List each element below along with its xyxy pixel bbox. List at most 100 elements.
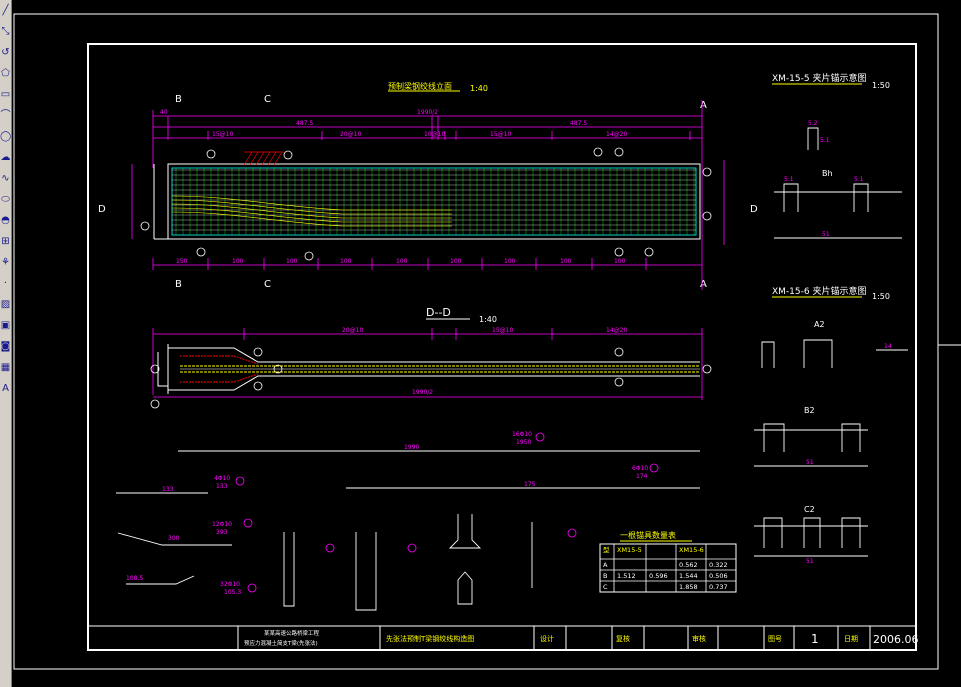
line-icon[interactable]: ╱ bbox=[0, 2, 11, 20]
gradient-icon[interactable]: ▣ bbox=[0, 317, 11, 335]
hatch-icon[interactable]: ▨ bbox=[0, 296, 11, 314]
bar-callout-circles bbox=[235, 432, 659, 593]
anchor-quantity-table: 型 XM15-5 XM15-6 A 0.562 0.322 B 1.512 0.596 1.544… bbox=[599, 543, 737, 593]
table-header-cell: XM15-6 bbox=[679, 546, 704, 554]
bottom-dim-6: 100 bbox=[504, 258, 516, 265]
draped-strand bbox=[171, 195, 452, 211]
anchor2-dim-51b: 51 bbox=[806, 558, 814, 565]
bar3-spec: 4Φ10 bbox=[214, 475, 230, 482]
title-drawing-name: 先张法预制T梁钢绞线构造图 bbox=[386, 634, 474, 643]
table-icon[interactable]: ▦ bbox=[0, 359, 11, 377]
title-block-grid bbox=[88, 625, 916, 650]
polyline-icon[interactable]: ↺ bbox=[0, 44, 11, 62]
section-callouts bbox=[150, 347, 712, 409]
anchor-table-title: 一根锚具数量表 bbox=[620, 530, 676, 540]
insert-block-icon[interactable]: ⊞ bbox=[0, 233, 11, 251]
table-cell: B bbox=[603, 572, 607, 580]
anchor1-dim-1: 5.2 bbox=[808, 120, 818, 127]
anchor2-dim-14: 14 bbox=[884, 343, 892, 350]
dim-487-right: 487.5 bbox=[570, 120, 587, 127]
dim-40: 40 bbox=[160, 109, 168, 116]
bottom-dim-1: 100 bbox=[232, 258, 244, 265]
bar5-length: 108.5 bbox=[126, 575, 143, 582]
table-cell: 0.506 bbox=[709, 572, 728, 580]
multiline-text-icon[interactable]: A bbox=[0, 380, 11, 398]
bar3-len2: 133 bbox=[216, 483, 228, 490]
draw-toolbar: ╱ ⤡ ↺ ⬠ ▭ ⌒ ◯ ☁ ∿ ⬭ ◓ ⊞ ⚘ · ▨ ▣ ◙ ▦ A bbox=[0, 0, 12, 687]
bottom-dim-8: 100 bbox=[614, 258, 626, 265]
bar2-len2: 174 bbox=[636, 473, 648, 480]
section-mark-d-right: D bbox=[750, 204, 758, 215]
section-mark-a-top: A bbox=[700, 100, 707, 111]
bottom-dim-2: 100 bbox=[286, 258, 298, 265]
section-dim-0: 20@10 bbox=[342, 327, 363, 334]
table-cell: 1.512 bbox=[617, 572, 636, 580]
rectangle-icon[interactable]: ▭ bbox=[0, 86, 11, 104]
dim-spacing-5: 14@20 bbox=[606, 131, 627, 138]
bar4-length: 300 bbox=[168, 535, 180, 542]
section-dim-2: 14@20 bbox=[606, 327, 627, 334]
spline-icon[interactable]: ∿ bbox=[0, 170, 11, 188]
dim-487-left: 487.5 bbox=[296, 120, 313, 127]
main-title: 预制梁钢绞线立面 bbox=[388, 81, 452, 91]
title-project-line1: 某某高速公路桥梁工程 bbox=[264, 629, 320, 637]
bar1-spec: 16Φ10 bbox=[512, 431, 532, 438]
anchor1-label-bh: Bh bbox=[822, 169, 833, 178]
table-cell: 0.322 bbox=[709, 561, 728, 569]
dim-overall-top: 1990/2 bbox=[417, 109, 438, 116]
point-icon[interactable]: · bbox=[0, 275, 11, 293]
bar1-length: 1990 bbox=[404, 444, 419, 451]
bar-shapes bbox=[116, 450, 700, 611]
bottom-dim-3: 100 bbox=[340, 258, 352, 265]
bar5-len2: 105.3 bbox=[224, 589, 241, 596]
table-cell: A bbox=[603, 561, 608, 569]
section-mark-d-left: D bbox=[98, 204, 106, 215]
circle-icon[interactable]: ◯ bbox=[0, 128, 11, 146]
drawing-canvas[interactable]: 预制梁钢绞线立面 1:40 B C A B C A D D 40 487.5 4… bbox=[12, 0, 961, 687]
bottom-dim-4: 100 bbox=[396, 258, 408, 265]
ellipse-icon[interactable]: ⬭ bbox=[0, 191, 11, 209]
section-dd-scale: 1:40 bbox=[479, 315, 497, 324]
section-mark-c-bottom: C bbox=[264, 279, 271, 290]
bar1-len2: 1950 bbox=[516, 439, 531, 446]
anchor-detail-2-scale: 1:50 bbox=[872, 292, 890, 301]
anchor-detail-1-title: XM-15-5 夹片锚示意图 bbox=[772, 72, 866, 84]
bar2-length: 175 bbox=[524, 481, 536, 488]
draped-strand bbox=[171, 203, 452, 219]
make-block-icon[interactable]: ⚘ bbox=[0, 254, 11, 272]
section-body bbox=[157, 344, 700, 394]
anchor1-dim-51: 51 bbox=[822, 231, 830, 238]
draped-strands bbox=[171, 195, 452, 227]
section-overall-dim: 1990/2 bbox=[412, 389, 433, 396]
section-mark-a-bottom: A bbox=[700, 279, 707, 290]
construction-line-icon[interactable]: ⤡ bbox=[0, 23, 11, 41]
table-cell: 0.737 bbox=[709, 583, 728, 591]
title-approve-label: 审核 bbox=[692, 634, 706, 643]
ellipse-arc-icon[interactable]: ◓ bbox=[0, 212, 11, 230]
section-mark-b-top: B bbox=[175, 94, 182, 105]
bar2-spec: 6Φ10 bbox=[632, 465, 648, 472]
title-date: 2006.06 bbox=[873, 633, 919, 646]
section-dim-1: 15@10 bbox=[492, 327, 513, 334]
anchor2-label-a2: A2 bbox=[814, 320, 825, 329]
revision-cloud-icon[interactable]: ☁ bbox=[0, 149, 11, 167]
dim-spacing-2: 20@10 bbox=[340, 131, 361, 138]
dim-spacing-4: 15@10 bbox=[490, 131, 511, 138]
anchor-detail-2-shape bbox=[754, 339, 908, 557]
bottom-dim-0: 150 bbox=[176, 258, 188, 265]
arc-icon[interactable]: ⌒ bbox=[0, 107, 11, 125]
bar4-spec: 12Φ10 bbox=[212, 521, 232, 528]
anchor1-dim-3: 5.1 bbox=[854, 176, 864, 183]
table-cell: 0.562 bbox=[679, 561, 698, 569]
table-cell: 0.596 bbox=[649, 572, 668, 580]
bottom-dim-7: 100 bbox=[560, 258, 572, 265]
anchor-detail-1-scale: 1:50 bbox=[872, 81, 890, 90]
anchor-detail-2-title: XM-15-6 夹片锚示意图 bbox=[772, 285, 866, 297]
table-cell: 1.858 bbox=[679, 583, 698, 591]
anchor1-dim-2: 5.1 bbox=[784, 176, 794, 183]
title-sheet-no: 1 bbox=[811, 632, 819, 646]
table-header-cell: 型 bbox=[603, 545, 610, 554]
title-project-line2: 预应力混凝土简支T梁(先张法) bbox=[244, 639, 318, 647]
region-icon[interactable]: ◙ bbox=[0, 338, 11, 356]
polygon-icon[interactable]: ⬠ bbox=[0, 65, 11, 83]
